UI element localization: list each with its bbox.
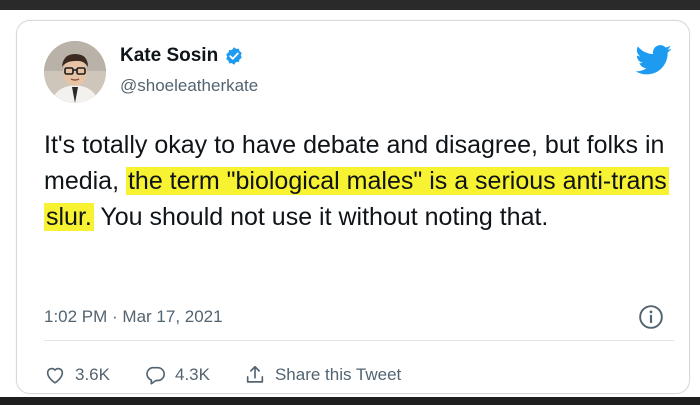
like-count: 3.6K xyxy=(75,365,110,384)
verified-badge-icon xyxy=(226,47,242,65)
author-display-name[interactable]: Kate Sosin xyxy=(120,45,218,67)
reply-count: 4.3K xyxy=(174,365,210,384)
reply-button[interactable]: 4.3K xyxy=(144,364,210,386)
bottom-dark-strip xyxy=(0,397,700,405)
top-dark-strip xyxy=(0,0,700,10)
twitter-bird-icon[interactable] xyxy=(636,45,672,75)
avatar-portrait-icon xyxy=(44,41,106,103)
tweet-text: It's totally okay to have debate and dis… xyxy=(44,127,674,235)
reply-bubble-icon xyxy=(146,366,165,385)
info-icon[interactable] xyxy=(638,304,664,330)
avatar[interactable] xyxy=(44,41,106,103)
tweet-text-part-2: You should not use it without noting tha… xyxy=(93,203,549,231)
share-icon xyxy=(246,365,264,383)
share-button[interactable]: Share this Tweet xyxy=(244,364,401,386)
divider xyxy=(44,340,674,341)
like-button[interactable]: 3.6K xyxy=(44,364,110,386)
heart-icon xyxy=(46,367,64,384)
screenshot-frame: Kate Sosin @shoeleatherkate It's totally… xyxy=(0,0,700,405)
tweet-timestamp[interactable]: 1:02 PM · Mar 17, 2021 xyxy=(44,307,223,327)
tweet-card[interactable]: Kate Sosin @shoeleatherkate It's totally… xyxy=(16,20,690,394)
tweet-actions-bar: 3.6K 4.3K Share this Tweet xyxy=(44,361,435,389)
author-handle[interactable]: @shoeleatherkate xyxy=(120,76,258,96)
author-display-name-row[interactable]: Kate Sosin xyxy=(120,45,244,67)
share-label: Share this Tweet xyxy=(274,365,402,384)
